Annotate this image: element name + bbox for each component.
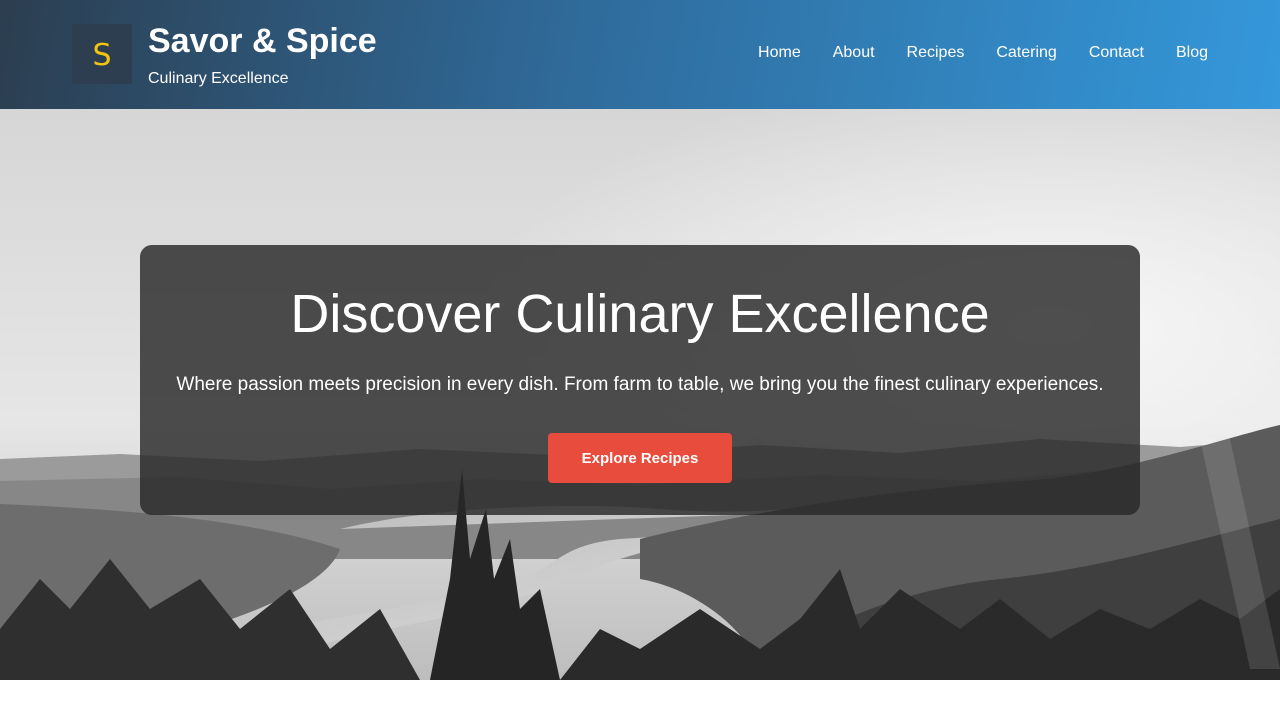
site-header: S Savor & Spice Culinary Excellence Home…	[0, 0, 1280, 109]
nav-item-recipes[interactable]: Recipes	[891, 40, 981, 66]
hero-section: Discover Culinary Excellence Where passi…	[0, 109, 1280, 680]
logo-icon[interactable]: S	[72, 24, 132, 84]
hero-card: Discover Culinary Excellence Where passi…	[140, 245, 1140, 515]
nav-item-catering[interactable]: Catering	[980, 40, 1072, 66]
brand-name[interactable]: Savor & Spice	[148, 20, 377, 62]
logo-letter: S	[92, 38, 112, 73]
nav-item-contact[interactable]: Contact	[1073, 40, 1160, 66]
explore-recipes-button[interactable]: Explore Recipes	[548, 433, 732, 483]
nav-item-blog[interactable]: Blog	[1160, 40, 1224, 66]
nav-item-about[interactable]: About	[817, 40, 891, 66]
brand-tagline: Culinary Excellence	[148, 70, 289, 87]
hero-title: Discover Culinary Excellence	[290, 284, 990, 344]
main-nav: Home About Recipes Catering Contact Blog	[742, 40, 1224, 66]
nav-item-home[interactable]: Home	[742, 40, 817, 66]
hero-subtitle: Where passion meets precision in every d…	[176, 374, 1104, 395]
